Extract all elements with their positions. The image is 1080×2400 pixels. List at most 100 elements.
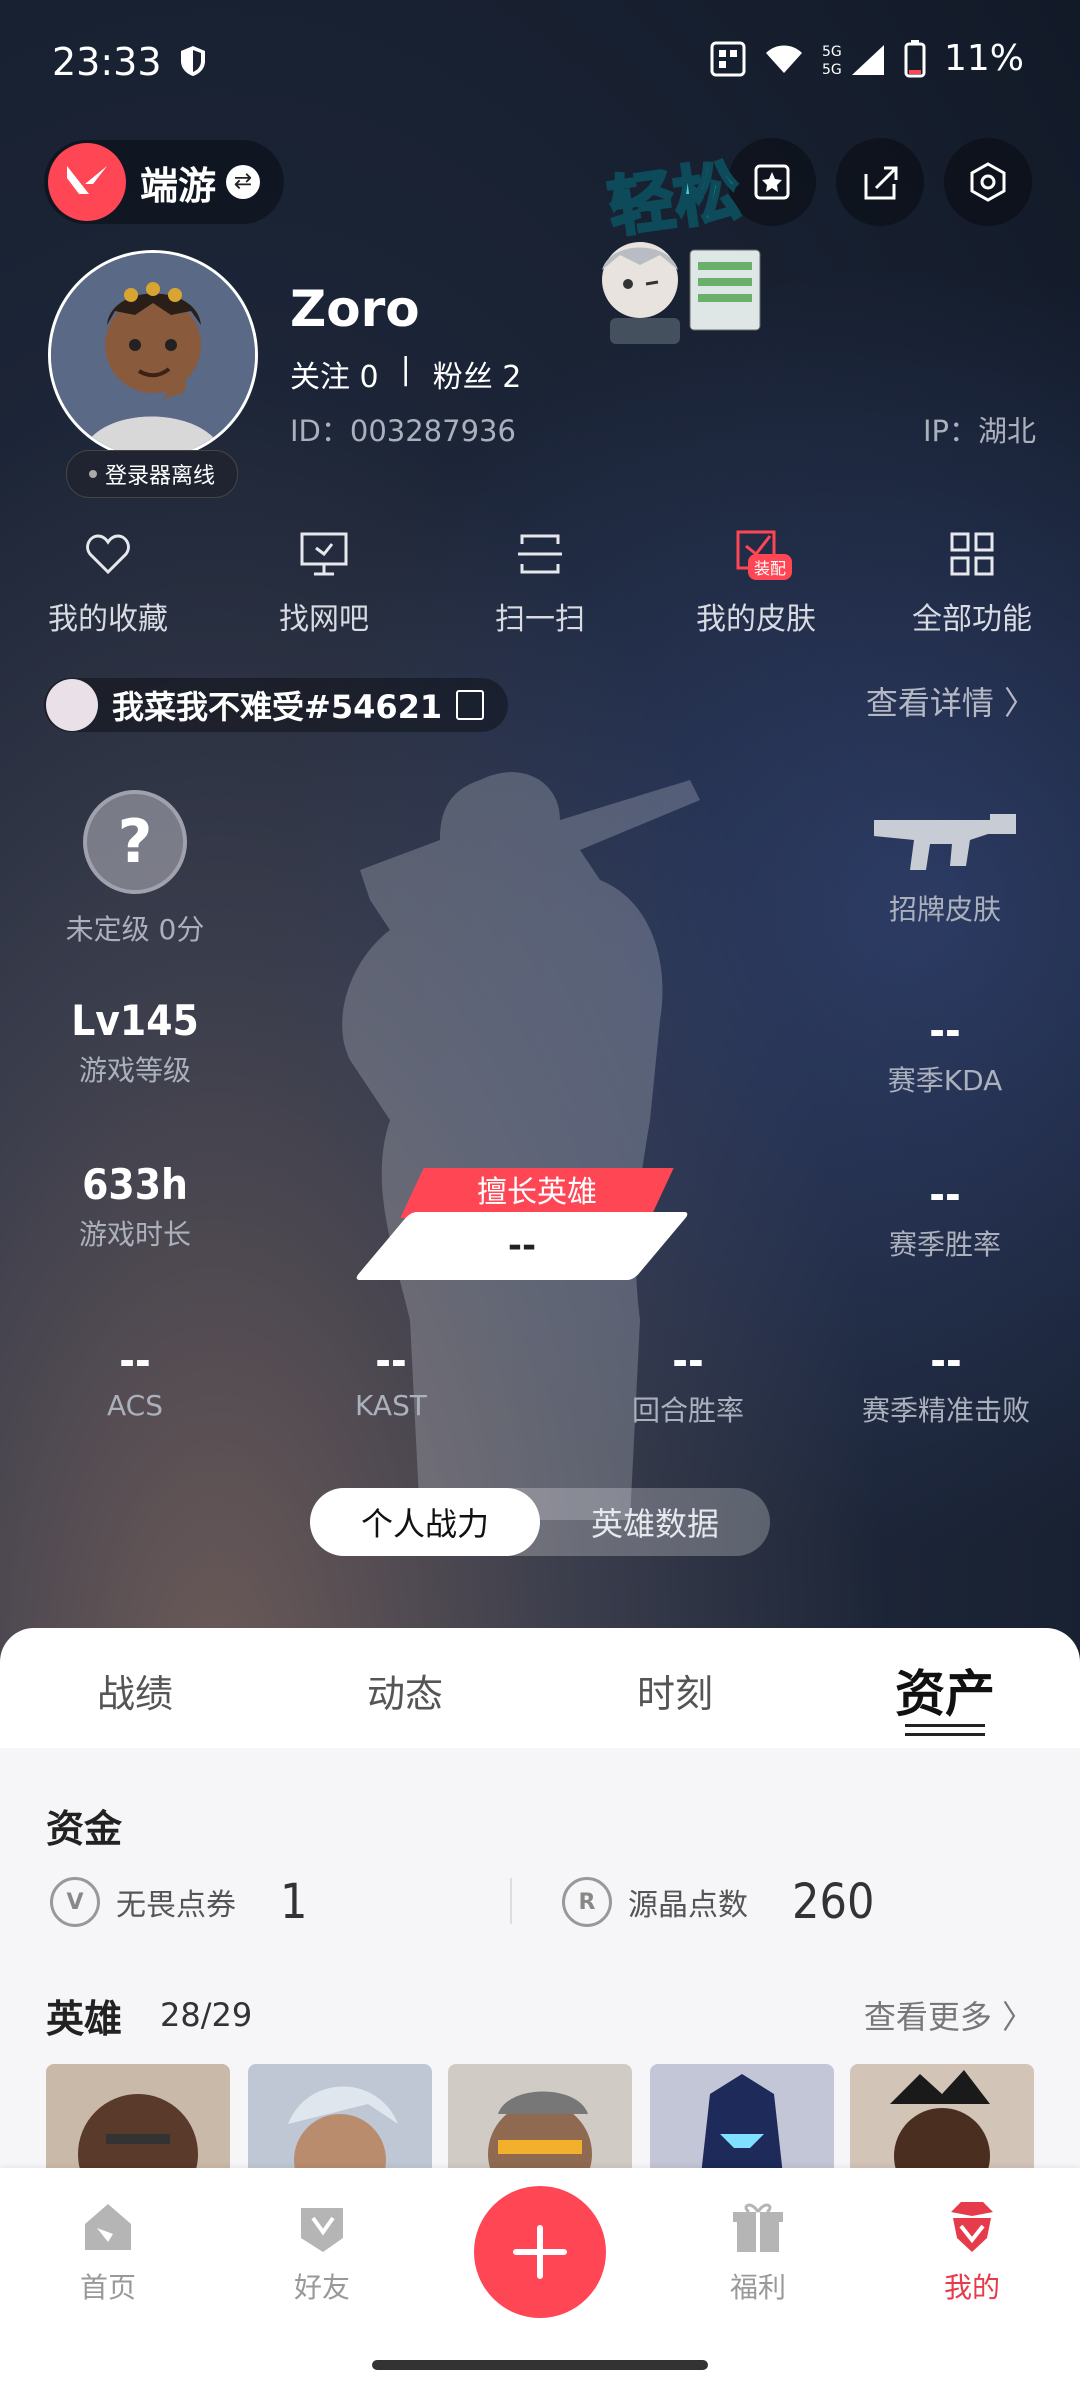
ip-location: IP：湖北 <box>922 414 1036 448</box>
game-name: 端游 <box>140 163 217 208</box>
kda-value: -- <box>929 1006 961 1055</box>
nav-friends[interactable]: 好友 <box>262 2198 382 2306</box>
precise-kill-value: -- <box>930 1336 962 1385</box>
avatar-image-icon <box>51 253 255 457</box>
quick-label: 扫一扫 <box>495 602 585 637</box>
level-label: 游戏等级 <box>78 1054 191 1087</box>
round-winrate-value: -- <box>672 1336 704 1385</box>
main-agent-card[interactable]: 擅长英雄 -- <box>353 1168 712 1280</box>
hero-card[interactable] <box>248 2064 432 2184</box>
create-post-button[interactable] <box>474 2186 606 2318</box>
settings-button[interactable] <box>944 138 1032 226</box>
acs-value: -- <box>119 1336 151 1385</box>
quick-label: 我的收藏 <box>48 602 168 637</box>
status-icons: 5G 5G 11% <box>710 38 1024 79</box>
hero-card[interactable] <box>850 2064 1034 2184</box>
funds-title: 资金 <box>46 1807 123 1851</box>
equip-badge: 装配 <box>748 554 793 580</box>
vp-icon: V <box>50 1877 100 1927</box>
player-tag[interactable]: 我菜我不难受#54621 <box>44 678 508 732</box>
rp-fund: R 源晶点数 260 <box>562 1874 874 1930</box>
quick-label: 我的皮肤 <box>696 602 816 637</box>
hero-portrait-icon <box>288 2086 398 2184</box>
vp-value: 1 <box>280 1874 308 1930</box>
kda-stat: -- 赛季KDA <box>860 1006 1030 1099</box>
rp-value: 260 <box>792 1874 875 1930</box>
fund-divider <box>510 1878 512 1924</box>
swap-icon: ⇄ <box>226 165 261 199</box>
playtime-value: 633h <box>82 1160 188 1209</box>
signature-skin-stat[interactable]: 招牌皮肤 <box>860 800 1030 928</box>
offline-dot-icon <box>88 470 97 478</box>
nav-benefits[interactable]: 福利 <box>698 2198 818 2306</box>
kda-label: 赛季KDA <box>887 1064 1003 1097</box>
hero-card[interactable] <box>46 2064 230 2184</box>
level-stat: Lv145 游戏等级 <box>50 996 220 1089</box>
segment-hero-data[interactable]: 英雄数据 <box>540 1488 770 1556</box>
see-more-heroes-link[interactable]: 查看更多 〉 <box>864 1992 1034 2038</box>
acs-stat: -- ACS <box>50 1336 220 1422</box>
follow-divider: | <box>400 352 411 387</box>
hero-card[interactable] <box>448 2064 632 2184</box>
copy-icon[interactable] <box>456 690 485 720</box>
rp-icon: R <box>562 1877 612 1927</box>
heroes-count: 28/29 <box>160 1996 253 2034</box>
kast-stat: -- KAST <box>306 1336 476 1422</box>
level-value: Lv145 <box>71 996 199 1045</box>
playtime-label: 游戏时长 <box>78 1218 191 1251</box>
segment-personal[interactable]: 个人战力 <box>310 1488 540 1556</box>
rifle-icon <box>874 814 1016 870</box>
season-winrate-stat: -- 赛季胜率 <box>860 1170 1030 1263</box>
player-tag-name: 我菜我不难受#54621 <box>112 688 443 726</box>
avatar[interactable] <box>48 250 258 460</box>
heroes-total: 29 <box>211 1996 253 2034</box>
quick-item-netcafe[interactable]: 找网吧 <box>216 528 432 648</box>
battery-text: 11% <box>943 38 1024 79</box>
tab-moments[interactable]: 时刻 <box>540 1628 810 1752</box>
round-winrate-label: 回合胜率 <box>631 1394 744 1427</box>
unrated-rank-icon: ? <box>83 790 187 894</box>
player-mini-avatar <box>46 679 98 731</box>
follow-stats: 关注 0 | 粉丝 2 <box>290 352 521 396</box>
quick-item-scan[interactable]: 扫一扫 <box>432 528 648 648</box>
nav-label: 好友 <box>293 2271 350 2304</box>
tab-feed[interactable]: 动态 <box>270 1628 540 1752</box>
follow-link[interactable]: 关注 0 <box>290 352 379 396</box>
kast-value: -- <box>375 1336 407 1385</box>
precise-kill-label: 赛季精准击败 <box>861 1394 1030 1427</box>
precise-kill-stat: -- 赛季精准击败 <box>846 1336 1046 1429</box>
fans-count: 2 <box>502 360 522 395</box>
offline-text: 登录器离线 <box>104 464 215 489</box>
fans-link[interactable]: 粉丝 2 <box>433 352 522 396</box>
quick-actions: 我的收藏 找网吧 扫一扫 装配 我的皮肤 全部功能 <box>0 528 1080 648</box>
friends-icon <box>301 2208 343 2252</box>
share-icon <box>864 166 898 200</box>
tab-assets[interactable]: 资产 <box>810 1628 1080 1752</box>
share-button[interactable] <box>836 138 924 226</box>
scan-icon <box>518 534 562 574</box>
view-details-link[interactable]: 查看详情 〉 <box>866 678 1036 724</box>
main-agent-value-card: -- <box>353 1212 691 1280</box>
nav-home[interactable]: 首页 <box>48 2198 168 2306</box>
quick-item-all[interactable]: 全部功能 <box>864 528 1080 648</box>
home-indicator[interactable] <box>372 2360 708 2370</box>
tab-record[interactable]: 战绩 <box>0 1628 270 1752</box>
rank-label: 未定级 0分 <box>65 913 205 946</box>
me-icon <box>951 2202 993 2252</box>
battery-icon <box>904 39 926 77</box>
hero-card[interactable] <box>650 2064 834 2184</box>
season-winrate-value: -- <box>929 1170 961 1219</box>
svg-text:5G: 5G <box>822 62 842 77</box>
vpn-shield-icon <box>181 46 205 76</box>
fans-label: 粉丝 <box>432 360 493 395</box>
profile-screen: 23:33 5G 5G 11% 端游 ⇄ 轻松 登录器离线 Zoro 关注 0 … <box>0 0 1080 2400</box>
nav-me[interactable]: 我的 <box>912 2198 1032 2306</box>
main-agent-label: 擅长英雄 <box>477 1175 597 1210</box>
hero-portrait-icon <box>890 2070 990 2184</box>
quick-item-favorites[interactable]: 我的收藏 <box>0 528 216 648</box>
rank-stat[interactable]: ? 未定级 0分 <box>50 790 220 948</box>
game-switcher[interactable]: 端游 ⇄ <box>44 140 284 224</box>
plus-icon <box>513 2225 567 2279</box>
quick-item-skins[interactable]: 装配 我的皮肤 <box>648 528 864 648</box>
top-bar: 端游 ⇄ <box>0 130 1080 230</box>
